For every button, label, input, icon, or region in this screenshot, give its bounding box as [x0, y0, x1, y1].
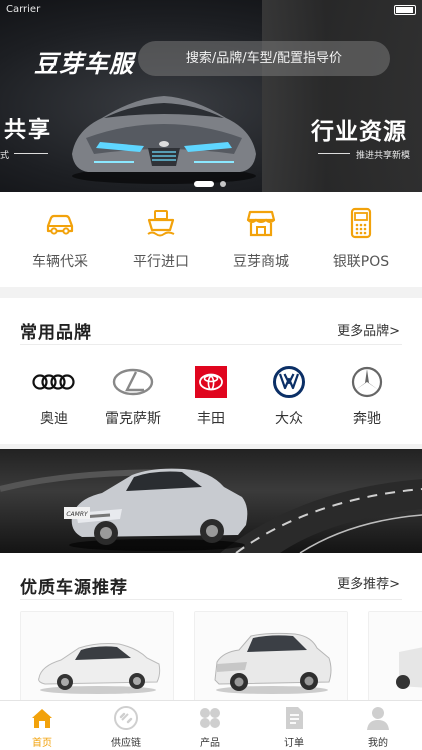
brand-volkswagen[interactable]: 大众 — [254, 366, 324, 428]
brand-label: 丰田 — [197, 411, 225, 427]
hero-right-panel — [262, 0, 422, 192]
carousel-indicator[interactable] — [194, 172, 232, 191]
more-brands-link[interactable]: 更多品牌> — [337, 320, 400, 339]
volkswagen-logo-icon — [273, 366, 305, 398]
sedan-image — [21, 612, 173, 702]
quick-item-label: 平行进口 — [133, 254, 189, 270]
bottom-tab-bar: 首页 供应链 产品 订单 我的 — [0, 700, 422, 750]
home-icon — [32, 709, 52, 728]
hero-car-image — [72, 96, 256, 184]
toyota-logo-icon — [195, 366, 227, 398]
brand-toyota[interactable]: 丰田 — [176, 366, 246, 428]
quick-item-vehicle-purchase[interactable]: 车辆代采 — [10, 206, 110, 271]
promo-car-image: CAMRY — [64, 468, 248, 551]
brands-title: 常用品牌 — [20, 323, 92, 343]
quick-item-label: 银联POS — [332, 254, 390, 270]
promo-banner[interactable]: CAMRY — [0, 449, 422, 553]
hero-right-divider — [318, 153, 350, 154]
grid-icon — [200, 708, 220, 728]
tab-label: 产品 — [200, 738, 220, 749]
hero-left-title: 共享 — [4, 118, 53, 143]
brand-label: 奔驰 — [353, 411, 381, 427]
tab-label: 供应链 — [111, 738, 141, 749]
brands-section: 常用品牌 更多品牌> 奥迪 雷克萨斯 丰田 大众 奔驰 — [0, 298, 422, 444]
rec-card-3[interactable] — [368, 611, 422, 703]
tab-products[interactable]: 产品 — [180, 705, 240, 749]
brand-lexus[interactable]: 雷克萨斯 — [98, 366, 168, 428]
car-icon — [46, 214, 74, 235]
carousel-dot-active[interactable] — [194, 181, 214, 187]
brand-label: 奥迪 — [40, 411, 68, 427]
tab-home[interactable]: 首页 — [12, 705, 72, 749]
quick-item-label: 车辆代采 — [32, 254, 88, 270]
user-icon — [367, 707, 389, 730]
tab-supply-chain[interactable]: 供应链 — [96, 705, 156, 749]
tab-label: 首页 — [32, 738, 52, 749]
hero-banner[interactable]: Carrier 豆芽车服 搜索/品牌/车型/配置指导价 共享 式 行业资源 推进 — [0, 0, 422, 192]
lexus-logo-icon — [112, 368, 154, 396]
rec-card-2[interactable] — [194, 611, 348, 703]
brand-audi[interactable]: 奥迪 — [19, 366, 89, 428]
recommendations-section: 优质车源推荐 更多推荐> — [0, 553, 422, 703]
status-bar: Carrier — [0, 0, 422, 20]
tab-profile[interactable]: 我的 — [348, 705, 408, 749]
pos-terminal-icon — [350, 207, 372, 239]
tab-label: 订单 — [284, 738, 304, 749]
quick-item-label: 豆芽商城 — [233, 254, 289, 270]
hero-left-divider — [14, 153, 48, 154]
hero-left-subtitle: 式 — [0, 151, 10, 161]
hero-right-subtitle: 推进共享新模 — [356, 151, 411, 161]
brand-mercedes[interactable]: 奔驰 — [332, 366, 402, 428]
hero-right-title: 行业资源 — [311, 119, 407, 145]
app-logo: 豆芽车服 — [34, 44, 134, 79]
search-placeholder: 搜索/品牌/车型/配置指导价 — [185, 51, 343, 66]
rec-card-1[interactable] — [20, 611, 174, 703]
quick-item-mall[interactable]: 豆芽商城 — [211, 206, 311, 271]
home-screen: Carrier 豆芽车服 搜索/品牌/车型/配置指导价 共享 式 行业资源 推进 — [0, 0, 422, 750]
quick-item-parallel-import[interactable]: 平行进口 — [111, 206, 211, 271]
tab-orders[interactable]: 订单 — [264, 705, 324, 749]
ship-icon — [147, 210, 175, 237]
more-recommendations-link[interactable]: 更多推荐> — [337, 573, 400, 592]
recommendations-title: 优质车源推荐 — [20, 578, 128, 598]
carousel-dot[interactable] — [220, 181, 226, 187]
section-divider — [20, 344, 402, 345]
camry-badge: CAMRY — [66, 511, 89, 518]
car-image — [369, 612, 422, 702]
quick-menu: 车辆代采 平行进口 豆芽商城 银联POS — [0, 192, 422, 287]
search-input[interactable]: 搜索/品牌/车型/配置指导价 — [138, 41, 390, 76]
battery-icon — [394, 5, 416, 15]
store-icon — [246, 210, 276, 237]
document-icon — [286, 707, 303, 729]
quick-item-pos[interactable]: 银联POS — [311, 206, 411, 271]
status-carrier: Carrier — [6, 4, 41, 15]
audi-logo-icon — [32, 374, 75, 390]
section-divider — [20, 599, 402, 600]
logo-text: 豆芽车服 — [34, 50, 134, 78]
brand-label: 大众 — [275, 411, 303, 427]
link-icon — [114, 706, 138, 730]
suv-image — [195, 612, 347, 702]
tab-label: 我的 — [368, 738, 388, 749]
brand-label: 雷克萨斯 — [105, 411, 161, 427]
mercedes-logo-icon — [351, 366, 383, 398]
